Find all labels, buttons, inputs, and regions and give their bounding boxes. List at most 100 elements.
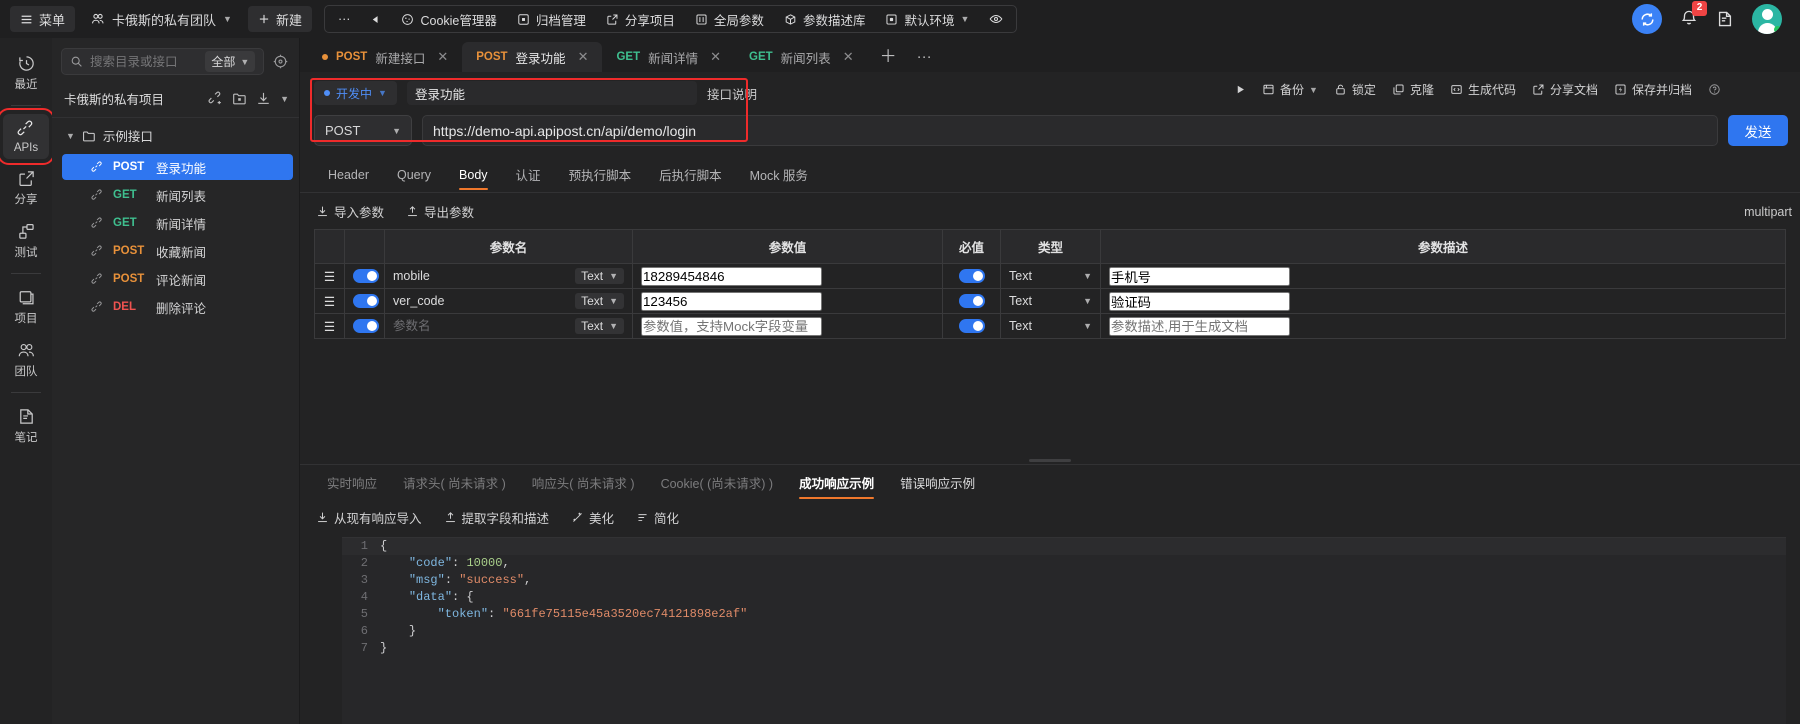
param-value-input[interactable] xyxy=(641,291,822,311)
param-name-type-selector[interactable]: Text ▼ xyxy=(575,268,624,284)
param-value-input[interactable] xyxy=(641,266,822,286)
notes-button[interactable] xyxy=(1716,10,1734,28)
response-tab-success-example[interactable]: 成功响应示例 xyxy=(786,465,887,501)
clone-button[interactable]: 克隆 xyxy=(1385,78,1441,101)
api-item-favorite-news[interactable]: POST 收藏新闻 xyxy=(62,238,293,264)
run-button[interactable] xyxy=(1228,81,1253,98)
response-tab-response-headers[interactable]: 响应头( 尚未请求 ) xyxy=(519,465,648,501)
api-item-news-list[interactable]: GET 新闻列表 xyxy=(62,182,293,208)
chevron-down-icon[interactable]: ▼ xyxy=(66,131,75,141)
required-toggle[interactable] xyxy=(958,319,985,334)
param-name-type-selector[interactable]: Text ▼ xyxy=(575,318,624,334)
param-library-button[interactable]: 参数描述库 xyxy=(775,7,875,31)
close-icon[interactable]: ✕ xyxy=(578,49,589,65)
api-description-link[interactable]: 接口说明 xyxy=(707,84,757,103)
param-name-input[interactable] xyxy=(393,319,570,333)
param-desc-input[interactable] xyxy=(1109,266,1290,286)
filter-button[interactable] xyxy=(271,50,290,74)
import-from-response-button[interactable]: 从现有响应导入 xyxy=(316,508,422,527)
global-params-button[interactable]: 全局参数 xyxy=(686,7,773,31)
api-item-delete-comment[interactable]: DEL 删除评论 xyxy=(62,294,293,320)
beautify-button[interactable]: 美化 xyxy=(571,508,614,527)
new-tab-button[interactable]: ＋ xyxy=(868,42,909,72)
rail-item-test[interactable]: 测试 xyxy=(3,216,49,265)
team-switcher[interactable]: 卡俄斯的私有团队 ▼ xyxy=(81,6,242,32)
cookie-manager-button[interactable]: Cookie管理器 xyxy=(392,7,505,31)
param-name-type-selector[interactable]: Text ▼ xyxy=(575,293,624,309)
tab-post-script[interactable]: 后执行脚本 xyxy=(645,158,736,192)
request-name-input[interactable] xyxy=(406,81,697,105)
search-scope-selector[interactable]: 全部 ▼ xyxy=(205,51,256,72)
enable-toggle[interactable] xyxy=(353,269,379,284)
rail-item-recent[interactable]: 最近 xyxy=(3,48,49,97)
add-folder-icon[interactable] xyxy=(232,91,247,106)
project-row[interactable]: 卡俄斯的私有项目 ▼ xyxy=(52,83,299,118)
overflow-button[interactable]: ··· xyxy=(329,7,360,31)
param-type-selector[interactable]: Text ▼ xyxy=(1009,294,1092,308)
drag-handle-icon[interactable]: ☰ xyxy=(314,288,345,314)
close-icon[interactable]: ✕ xyxy=(843,49,854,65)
backup-button[interactable]: 备份 ▼ xyxy=(1255,78,1325,101)
send-button[interactable]: 发送 xyxy=(1728,115,1788,146)
required-toggle[interactable] xyxy=(958,294,985,309)
param-type-selector[interactable]: Text ▼ xyxy=(1009,269,1092,283)
minify-button[interactable]: 简化 xyxy=(636,508,679,527)
drag-handle-icon[interactable]: ☰ xyxy=(314,263,345,289)
required-toggle[interactable] xyxy=(958,269,985,284)
response-tab-realtime[interactable]: 实时响应 xyxy=(314,465,390,501)
enable-toggle[interactable] xyxy=(353,294,379,309)
back-button[interactable] xyxy=(361,7,390,31)
lock-button[interactable]: 锁定 xyxy=(1327,78,1383,101)
response-tab-cookie[interactable]: Cookie( (尚未请求) ) xyxy=(648,465,787,501)
avatar[interactable] xyxy=(1752,4,1782,34)
environment-selector[interactable]: 默认环境 ▼ xyxy=(876,7,978,31)
param-desc-input[interactable] xyxy=(1109,291,1290,311)
notifications-button[interactable]: 2 xyxy=(1680,0,1707,31)
add-api-icon[interactable] xyxy=(208,91,223,106)
tab-body[interactable]: Body xyxy=(445,161,502,190)
enable-toggle[interactable] xyxy=(353,319,379,334)
editor-tab-new-api[interactable]: POST 新建接口 ✕ xyxy=(308,42,462,72)
param-value-input[interactable] xyxy=(641,316,822,336)
drag-handle-icon[interactable]: ☰ xyxy=(314,313,345,339)
splitter-grab[interactable] xyxy=(1029,458,1071,462)
chevron-down-icon[interactable]: ▼ xyxy=(280,94,289,104)
status-selector[interactable]: 开发中 ▼ xyxy=(314,81,397,105)
method-selector[interactable]: POST ▼ xyxy=(314,115,412,146)
editor-tab-news-detail[interactable]: GET 新闻详情 ✕ xyxy=(602,42,735,72)
api-item-news-detail[interactable]: GET 新闻详情 xyxy=(62,210,293,236)
share-doc-button[interactable]: 分享文档 xyxy=(1525,78,1605,101)
archive-manager-button[interactable]: 归档管理 xyxy=(508,7,595,31)
import-export-icon[interactable] xyxy=(256,91,271,106)
close-icon[interactable]: ✕ xyxy=(710,49,721,65)
help-button[interactable] xyxy=(1701,80,1728,99)
import-params-button[interactable]: 导入参数 xyxy=(316,202,384,221)
export-params-button[interactable]: 导出参数 xyxy=(406,202,474,221)
tab-query[interactable]: Query xyxy=(383,161,445,190)
rail-item-notes[interactable]: 笔记 xyxy=(3,401,49,450)
param-name-input[interactable] xyxy=(393,294,570,308)
share-project-button[interactable]: 分享项目 xyxy=(597,7,684,31)
save-archive-button[interactable]: 保存并归档 xyxy=(1607,78,1699,101)
editor-tab-news-list[interactable]: GET 新闻列表 ✕ xyxy=(735,42,868,72)
search-box[interactable]: 全部 ▼ xyxy=(61,48,265,75)
new-button[interactable]: 新建 xyxy=(247,6,312,32)
url-input[interactable] xyxy=(422,115,1718,146)
api-item-comment-news[interactable]: POST 评论新闻 xyxy=(62,266,293,292)
tab-overflow-button[interactable]: ··· xyxy=(909,42,940,72)
menu-button[interactable]: 菜单 xyxy=(10,6,76,32)
body-type-label[interactable]: multipart xyxy=(1744,205,1792,219)
rail-item-share[interactable]: 分享 xyxy=(3,163,49,212)
editor-tab-login[interactable]: POST 登录功能 ✕ xyxy=(462,42,603,72)
extract-fields-button[interactable]: 提取字段和描述 xyxy=(444,508,549,527)
param-type-selector[interactable]: Text ▼ xyxy=(1009,319,1092,333)
response-tab-request-headers[interactable]: 请求头( 尚未请求 ) xyxy=(390,465,519,501)
sync-button[interactable] xyxy=(1632,4,1662,34)
api-item-login[interactable]: POST 登录功能 xyxy=(62,154,293,180)
rail-item-team[interactable]: 团队 xyxy=(3,335,49,384)
rail-item-project[interactable]: 项目 xyxy=(3,282,49,331)
tab-mock-service[interactable]: Mock 服务 xyxy=(736,158,822,192)
param-desc-input[interactable] xyxy=(1109,316,1290,336)
close-icon[interactable]: ✕ xyxy=(437,49,448,65)
response-code-editor[interactable]: 1 { 2 "code": 10000, 3 "msg": "success",… xyxy=(342,537,1786,724)
